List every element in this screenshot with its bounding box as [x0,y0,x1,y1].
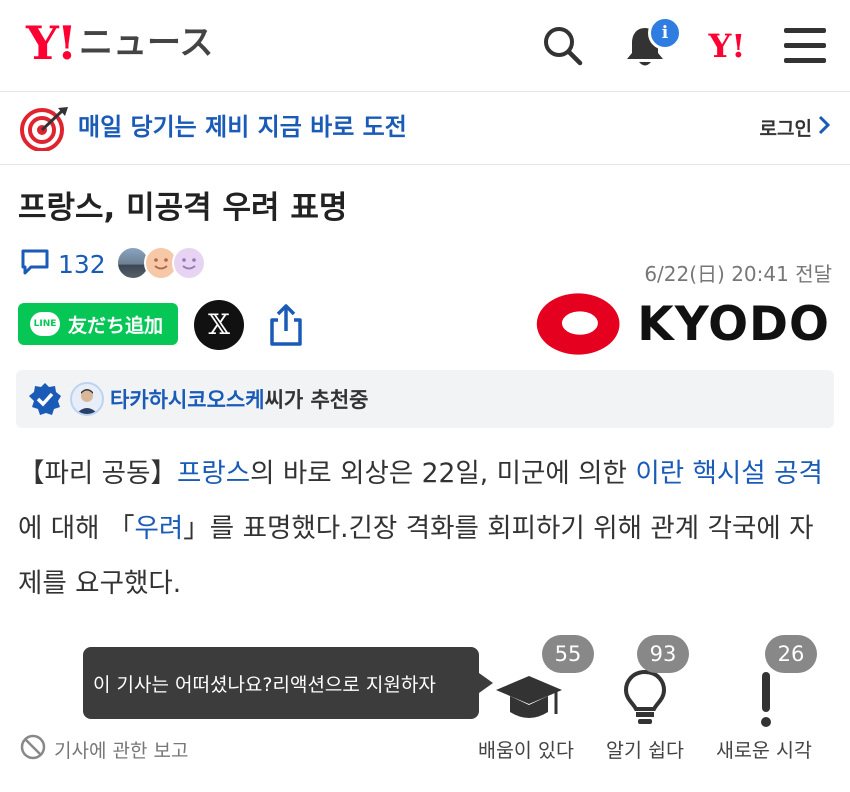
prohibited-icon [20,734,46,765]
kyodo-emblem-icon [536,293,620,355]
lightbulb-icon [623,669,667,724]
x-share-button[interactable]: 𝕏 [194,300,244,350]
promo-banner[interactable]: 매일 당기는 제비 지금 바로 도전 로그인 [0,93,850,165]
notification-badge[interactable]: i [648,16,682,50]
site-header: Y! ニュース i Y! [0,0,850,92]
reaction-tooltip: 이 기사는 어떠셨나요?리액션으로 지원하자 [83,647,493,719]
reaction-learned-button[interactable] [494,668,614,732]
yahoo-home-logo[interactable]: Y! [696,22,758,70]
comment-icon [20,248,50,280]
logo-mark: Y! [26,16,77,70]
recommender-suffix: 씨가 추천중 [264,388,369,412]
yahoo-news-logo[interactable]: Y! ニュース [26,20,213,66]
reaction-learned-label[interactable]: 배움이 있다 [478,734,574,763]
report-label[interactable]: 기사에 관한 보고 [54,736,188,763]
body-text: 【파리 공동】 [18,458,177,489]
report-article-link[interactable]: 기사에 관한 보고 [20,734,188,765]
body-text: 에 대해 「 [18,513,135,544]
reaction-clear-button[interactable] [620,668,740,732]
reaction-clear-label[interactable]: 알기 쉽다 [606,734,684,763]
avatar [171,246,206,280]
login-label[interactable]: 로그인 [760,116,812,142]
recommender-name[interactable]: 타카하시코오스케 [110,384,265,414]
line-button-label: 友だち追加 [68,314,164,337]
graduation-cap-icon [496,676,562,718]
hamburger-menu-icon[interactable] [780,22,830,70]
reaction-new-perspective-count: 26 [765,635,817,673]
share-icon[interactable] [266,302,306,348]
line-icon: LINE [30,312,60,336]
kyodo-wordmark: KYODO [637,296,830,352]
reaction-learned-count: 55 [542,635,594,673]
article-title: 프랑스, 미공격 우려 표명 [18,190,348,226]
line-add-friend-button[interactable]: LINE 友だち追加 [18,303,178,345]
commenter-avatars [115,244,212,284]
verified-badge-icon [28,382,62,416]
chevron-right-icon [818,115,831,142]
reaction-new-perspective-button[interactable] [742,668,850,732]
body-text: 의 바로 외상은 22일, 미군에 의한 [250,458,636,489]
logo-text: ニュース [79,23,214,63]
comments-link[interactable]: 132 [20,244,212,284]
recommender-avatar[interactable] [70,382,104,416]
exclamation-icon [761,672,771,727]
recommender-bar[interactable]: 타카하시코오스케 씨가 추천중 [16,370,834,428]
kyodo-source-logo[interactable]: KYODO [535,286,830,362]
reaction-new-perspective-label[interactable]: 새로운 시각 [716,734,812,763]
keyword-link-iran-nuclear[interactable]: 이란 핵시설 공격 [635,458,823,489]
login-link[interactable]: 로그인 [760,115,831,142]
keyword-link-concern[interactable]: 우려 [135,513,184,544]
comment-count[interactable]: 132 [58,250,106,279]
banner-text[interactable]: 매일 당기는 제비 지금 바로 도전 [78,109,407,145]
search-icon[interactable] [538,22,588,70]
reaction-clear-count: 93 [637,635,689,673]
publish-date: 6/22(日) 20:41 전달 [644,262,832,286]
keyword-link-france[interactable]: 프랑스 [177,458,250,489]
article-body: 【파리 공동】프랑스의 바로 외상은 22일, 미군에 의한 이란 핵시설 공격… [18,446,834,611]
dart-target-icon [20,105,70,152]
